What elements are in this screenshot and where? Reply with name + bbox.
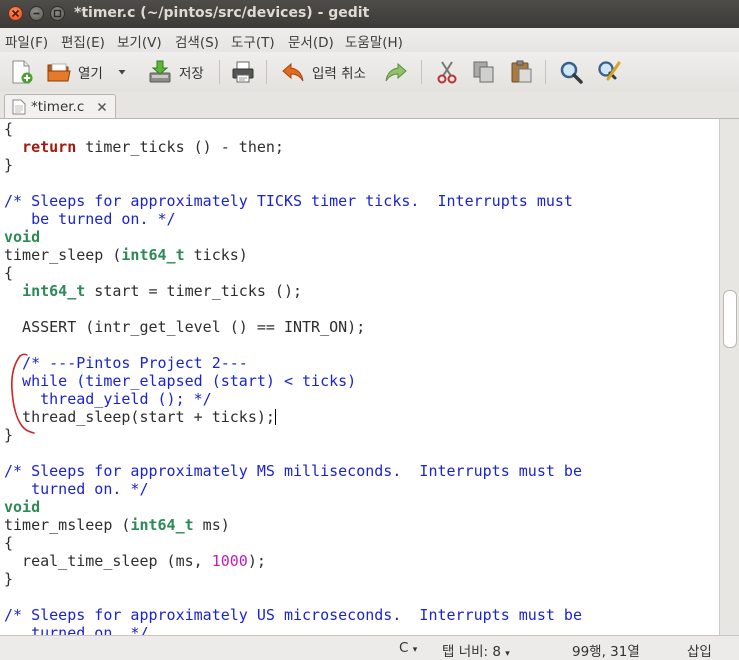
- code-text: { return timer_ticks () - then;} /* Sleep…: [4, 120, 582, 635]
- window-title: *timer.c (~/pintos/src/devices) - gedit: [74, 5, 370, 21]
- insert-mode: 삽입: [687, 644, 712, 660]
- save-icon: [149, 60, 171, 83]
- recent-files-dropdown[interactable]: [117, 58, 127, 86]
- code-line: void: [4, 498, 41, 516]
- code-editor[interactable]: { return timer_ticks () - then;} /* Sleep…: [0, 119, 719, 635]
- copy-button[interactable]: [471, 58, 497, 86]
- toolbar-separator: [219, 60, 220, 84]
- paste-clipboard-icon: [511, 60, 532, 83]
- tab-label: *timer.c: [31, 99, 85, 115]
- search-icon: [560, 61, 583, 84]
- toolbar-separator: [421, 60, 422, 84]
- chevron-down-icon: [118, 70, 126, 75]
- paste-button[interactable]: [508, 58, 534, 86]
- cursor-position: 99행, 31열: [572, 644, 640, 660]
- code-line: be turned on. */: [4, 210, 176, 228]
- cut-button[interactable]: [434, 58, 460, 86]
- toolbar-separator: [545, 60, 546, 84]
- close-window-button[interactable]: [8, 6, 23, 21]
- new-document-button[interactable]: [8, 58, 34, 86]
- close-tab-icon[interactable]: [97, 102, 107, 112]
- code-line: thread_yield (); */: [4, 390, 212, 408]
- copy-icon: [473, 61, 494, 83]
- undo-arrow-icon: [282, 62, 304, 82]
- scrollbar-thumb[interactable]: [723, 290, 737, 348]
- undo-button[interactable]: 입력 취소: [280, 58, 366, 86]
- open-label: 열기: [78, 66, 103, 82]
- open-folder-icon: [47, 63, 71, 82]
- new-document-icon: [12, 60, 33, 84]
- code-line: int64_t start = timer_ticks ();: [22, 282, 303, 300]
- redo-button[interactable]: [383, 58, 409, 86]
- handwritten-bracket-annotation: [11, 353, 35, 434]
- document-tabs: *timer.c: [0, 92, 739, 119]
- code-line: /* Sleeps for approximately MS milliseco…: [4, 462, 582, 480]
- code-line: ASSERT (intr_get_level () == INTR_ON);: [4, 318, 366, 336]
- toolbar-separator: [266, 60, 267, 84]
- print-button[interactable]: [230, 58, 256, 86]
- save-button[interactable]: 저장: [147, 58, 204, 86]
- chevron-down-icon: ▾: [505, 649, 510, 659]
- menu-file[interactable]: 파일(F): [5, 31, 48, 51]
- code-line-with-cursor: thread_sleep(start + ticks);: [4, 408, 276, 426]
- menu-documents[interactable]: 문서(D): [288, 31, 334, 51]
- code-line: turned on. */: [4, 624, 149, 635]
- status-bar: C ▾ 탭 너비: 8 ▾ 99행, 31열 삽입: [0, 635, 739, 660]
- redo-arrow-icon: [385, 62, 407, 82]
- minimize-icon: [33, 12, 40, 15]
- code-line: /* Sleeps for approximately TICKS timer …: [4, 192, 573, 210]
- save-label: 저장: [179, 66, 204, 82]
- find-replace-icon: [598, 61, 621, 81]
- find-replace-button[interactable]: [596, 58, 622, 86]
- code-line: turned on. */: [4, 480, 149, 498]
- language-selector[interactable]: C ▾: [399, 640, 417, 656]
- close-icon: [11, 9, 20, 18]
- code-line: real_time_sleep (ms, 1000);: [4, 552, 266, 570]
- code-line: {: [4, 120, 14, 138]
- scissors-icon: [437, 61, 457, 84]
- open-button[interactable]: 열기: [46, 58, 103, 86]
- code-line: }: [4, 570, 14, 588]
- title-bar: *timer.c (~/pintos/src/devices) - gedit: [0, 0, 739, 28]
- menu-edit[interactable]: 편집(E): [61, 31, 105, 51]
- menu-view[interactable]: 보기(V): [117, 31, 162, 51]
- maximize-window-button[interactable]: [50, 6, 65, 21]
- code-line: }: [4, 156, 14, 174]
- toolbar: 열기 저장 입력 취소: [0, 52, 739, 93]
- code-line: /* Sleeps for approximately US microseco…: [4, 606, 582, 624]
- menu-search[interactable]: 검색(S): [175, 31, 219, 51]
- gedit-window: *timer.c (~/pintos/src/devices) - gedit …: [0, 0, 739, 660]
- code-line: {: [4, 534, 14, 552]
- text-document-icon: [12, 99, 26, 115]
- text-cursor: [274, 409, 276, 425]
- code-line: while (timer_elapsed (start) < ticks): [4, 372, 357, 390]
- menu-help[interactable]: 도움말(H): [345, 31, 403, 51]
- code-line: return timer_ticks () - then;: [22, 138, 284, 156]
- code-line: timer_msleep (int64_t ms): [4, 516, 230, 534]
- code-line: void: [4, 228, 41, 246]
- code-line: timer_sleep (int64_t ticks): [4, 246, 248, 264]
- printer-icon: [232, 61, 254, 83]
- menu-bar: 파일(F) 편집(E) 보기(V) 검색(S) 도구(T) 문서(D) 도움말(…: [0, 28, 739, 52]
- chevron-down-icon: ▾: [412, 645, 418, 655]
- undo-label: 입력 취소: [312, 66, 366, 82]
- code-line: {: [4, 264, 14, 282]
- code-line: }: [4, 426, 14, 444]
- find-button[interactable]: [558, 58, 584, 86]
- tab-width-selector[interactable]: 탭 너비: 8 ▾: [442, 640, 510, 660]
- vertical-scrollbar[interactable]: [719, 119, 739, 635]
- maximize-icon: [53, 9, 62, 18]
- minimize-window-button[interactable]: [29, 6, 44, 21]
- tab-timer-c[interactable]: *timer.c: [4, 94, 116, 118]
- code-line: /* ---Pintos Project 2---: [4, 354, 248, 372]
- menu-tools[interactable]: 도구(T): [231, 31, 275, 51]
